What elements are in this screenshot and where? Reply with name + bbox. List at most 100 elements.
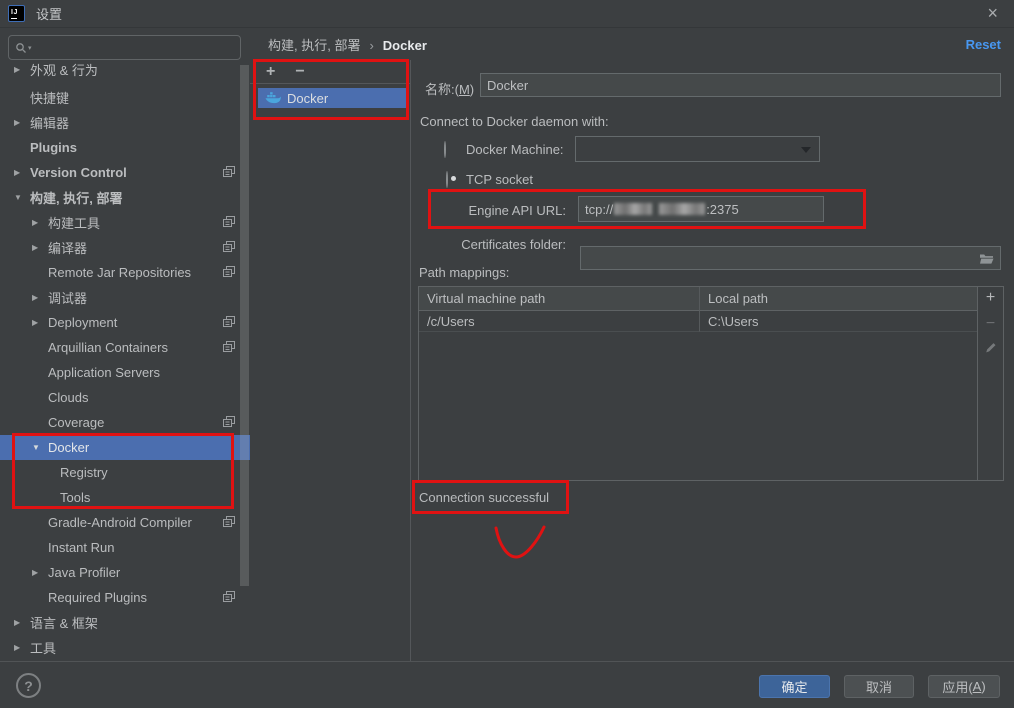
sidebar-item-9[interactable]: ▶调试器	[0, 285, 250, 310]
chevron-right-icon[interactable]: ▶	[32, 568, 48, 577]
docker-settings-form: 名称:(M) Docker Connect to Docker daemon w…	[411, 60, 1014, 661]
config-item-0[interactable]: Docker	[258, 88, 407, 108]
search-filter-caret-icon[interactable]: ▾	[28, 44, 32, 52]
sidebar-item-15[interactable]: ▼Docker	[0, 435, 250, 460]
table-row[interactable]: /c/UsersC:\Users	[419, 311, 977, 332]
chevron-right-icon[interactable]: ▶	[14, 168, 30, 177]
breadcrumb-path[interactable]: 构建, 执行, 部署	[268, 38, 360, 53]
sidebar-item-11[interactable]: Arquillian Containers	[0, 335, 250, 360]
sidebar-scrollbar[interactable]	[240, 65, 249, 586]
sidebar-item-label: Clouds	[48, 390, 88, 405]
docker-machine-select[interactable]	[575, 136, 820, 162]
table-column-header[interactable]: Local path	[700, 287, 977, 311]
docker-machine-radio[interactable]	[444, 141, 446, 158]
ok-button[interactable]: 确定	[759, 675, 830, 698]
sidebar-item-8[interactable]: Remote Jar Repositories	[0, 260, 250, 285]
search-input[interactable]	[36, 40, 234, 55]
tcp-socket-label[interactable]: TCP socket	[466, 172, 533, 187]
reset-link[interactable]: Reset	[966, 37, 1001, 52]
chevron-right-icon[interactable]: ▶	[14, 65, 30, 74]
table-cell: C:\Users	[700, 311, 977, 332]
titlebar: IJ 设置 ×	[0, 0, 1014, 28]
engine-api-url-label: Engine API URL:	[430, 203, 566, 218]
sidebar-item-10[interactable]: ▶Deployment	[0, 310, 250, 335]
config-item-label: Docker	[287, 91, 328, 106]
name-field[interactable]: Docker	[480, 73, 1001, 97]
sidebar-item-5[interactable]: ▼构建, 执行, 部署	[0, 185, 250, 210]
sidebar-item-label: 编辑器	[30, 113, 69, 132]
apply-button[interactable]: 应用(A)	[928, 675, 1000, 698]
table-toolbar: + −	[977, 287, 1003, 480]
sidebar-item-label: 构建工具	[48, 213, 100, 232]
docker-config-list-panel: + − Docker	[250, 60, 411, 661]
chevron-down-icon[interactable]: ▼	[32, 443, 48, 452]
project-settings-icon	[223, 216, 236, 228]
name-label: 名称:(M)	[425, 79, 474, 98]
remove-config-icon[interactable]: −	[295, 64, 304, 80]
dialog-footer: ? 确定 取消 应用(A)	[0, 661, 1014, 708]
sidebar-item-label: 快捷键	[30, 88, 69, 107]
folder-browse-icon[interactable]	[979, 252, 994, 265]
chevron-down-icon[interactable]: ▼	[14, 193, 30, 202]
sidebar-item-19[interactable]: Instant Run	[0, 535, 250, 560]
redacted-host	[614, 203, 652, 215]
sidebar-item-6[interactable]: ▶构建工具	[0, 210, 250, 235]
chevron-right-icon[interactable]: ▶	[32, 293, 48, 302]
sidebar-item-label: Java Profiler	[48, 565, 120, 580]
redacted-host	[659, 203, 705, 215]
certificates-folder-field[interactable]	[580, 246, 1001, 270]
sidebar-item-2[interactable]: ▶编辑器	[0, 110, 250, 135]
chevron-right-icon[interactable]: ▶	[32, 318, 48, 327]
chevron-right-icon[interactable]: ▶	[32, 243, 48, 252]
settings-tree: ▶外观 & 行为快捷键▶编辑器Plugins▶Version Control▼构…	[0, 60, 250, 661]
project-settings-icon	[223, 341, 236, 353]
sidebar-item-label: Remote Jar Repositories	[48, 265, 191, 280]
sidebar-item-1[interactable]: 快捷键	[0, 85, 250, 110]
chevron-right-icon[interactable]: ▶	[14, 643, 30, 652]
sidebar-item-12[interactable]: Application Servers	[0, 360, 250, 385]
table-edit-icon[interactable]	[984, 341, 997, 354]
sidebar-item-20[interactable]: ▶Java Profiler	[0, 560, 250, 585]
chevron-right-icon[interactable]: ▶	[14, 618, 30, 627]
sidebar-item-label: Docker	[48, 440, 89, 455]
sidebar-item-4[interactable]: ▶Version Control	[0, 160, 250, 185]
cancel-button[interactable]: 取消	[844, 675, 914, 698]
sidebar-item-13[interactable]: Clouds	[0, 385, 250, 410]
path-mappings-label: Path mappings:	[419, 265, 509, 280]
sidebar-item-3[interactable]: Plugins	[0, 135, 250, 160]
table-add-icon[interactable]: +	[986, 290, 995, 306]
sidebar-item-17[interactable]: Tools	[0, 485, 250, 510]
intellij-logo-icon: IJ	[8, 5, 25, 22]
chevron-right-icon[interactable]: ▶	[32, 218, 48, 227]
chevron-right-icon[interactable]: ▶	[14, 118, 30, 127]
docker-machine-label[interactable]: Docker Machine:	[466, 142, 564, 157]
sidebar-item-label: Deployment	[48, 315, 117, 330]
breadcrumb-current: Docker	[383, 38, 427, 53]
sidebar-item-14[interactable]: Coverage	[0, 410, 250, 435]
sidebar-item-label: Tools	[60, 490, 90, 505]
sidebar-item-label: Version Control	[30, 165, 127, 180]
sidebar-item-21[interactable]: Required Plugins	[0, 585, 250, 610]
search-icon: ▾	[15, 42, 32, 54]
close-icon[interactable]: ×	[987, 3, 998, 23]
engine-api-url-field[interactable]: tcp://:2375	[578, 196, 824, 222]
sidebar-item-7[interactable]: ▶编译器	[0, 235, 250, 260]
sidebar-item-0[interactable]: ▶外观 & 行为	[0, 60, 250, 85]
add-config-icon[interactable]: +	[266, 64, 275, 80]
sidebar-item-label: Application Servers	[48, 365, 160, 380]
sidebar-item-18[interactable]: Gradle-Android Compiler	[0, 510, 250, 535]
sidebar-item-23[interactable]: ▶工具	[0, 635, 250, 660]
sidebar-item-16[interactable]: Registry	[0, 460, 250, 485]
search-box[interactable]: ▾	[8, 35, 241, 60]
sidebar-item-label: 外观 & 行为	[30, 60, 98, 79]
sidebar-item-22[interactable]: ▶语言 & 框架	[0, 610, 250, 635]
project-settings-icon	[223, 166, 236, 178]
certificates-folder-label: Certificates folder:	[430, 237, 566, 252]
table-column-header[interactable]: Virtual machine path	[419, 287, 700, 311]
help-button[interactable]: ?	[16, 673, 41, 698]
project-settings-icon	[223, 591, 236, 603]
tcp-socket-radio[interactable]	[446, 171, 448, 188]
table-remove-icon[interactable]: −	[986, 316, 995, 332]
project-settings-icon	[223, 316, 236, 328]
sidebar-item-label: Arquillian Containers	[48, 340, 168, 355]
